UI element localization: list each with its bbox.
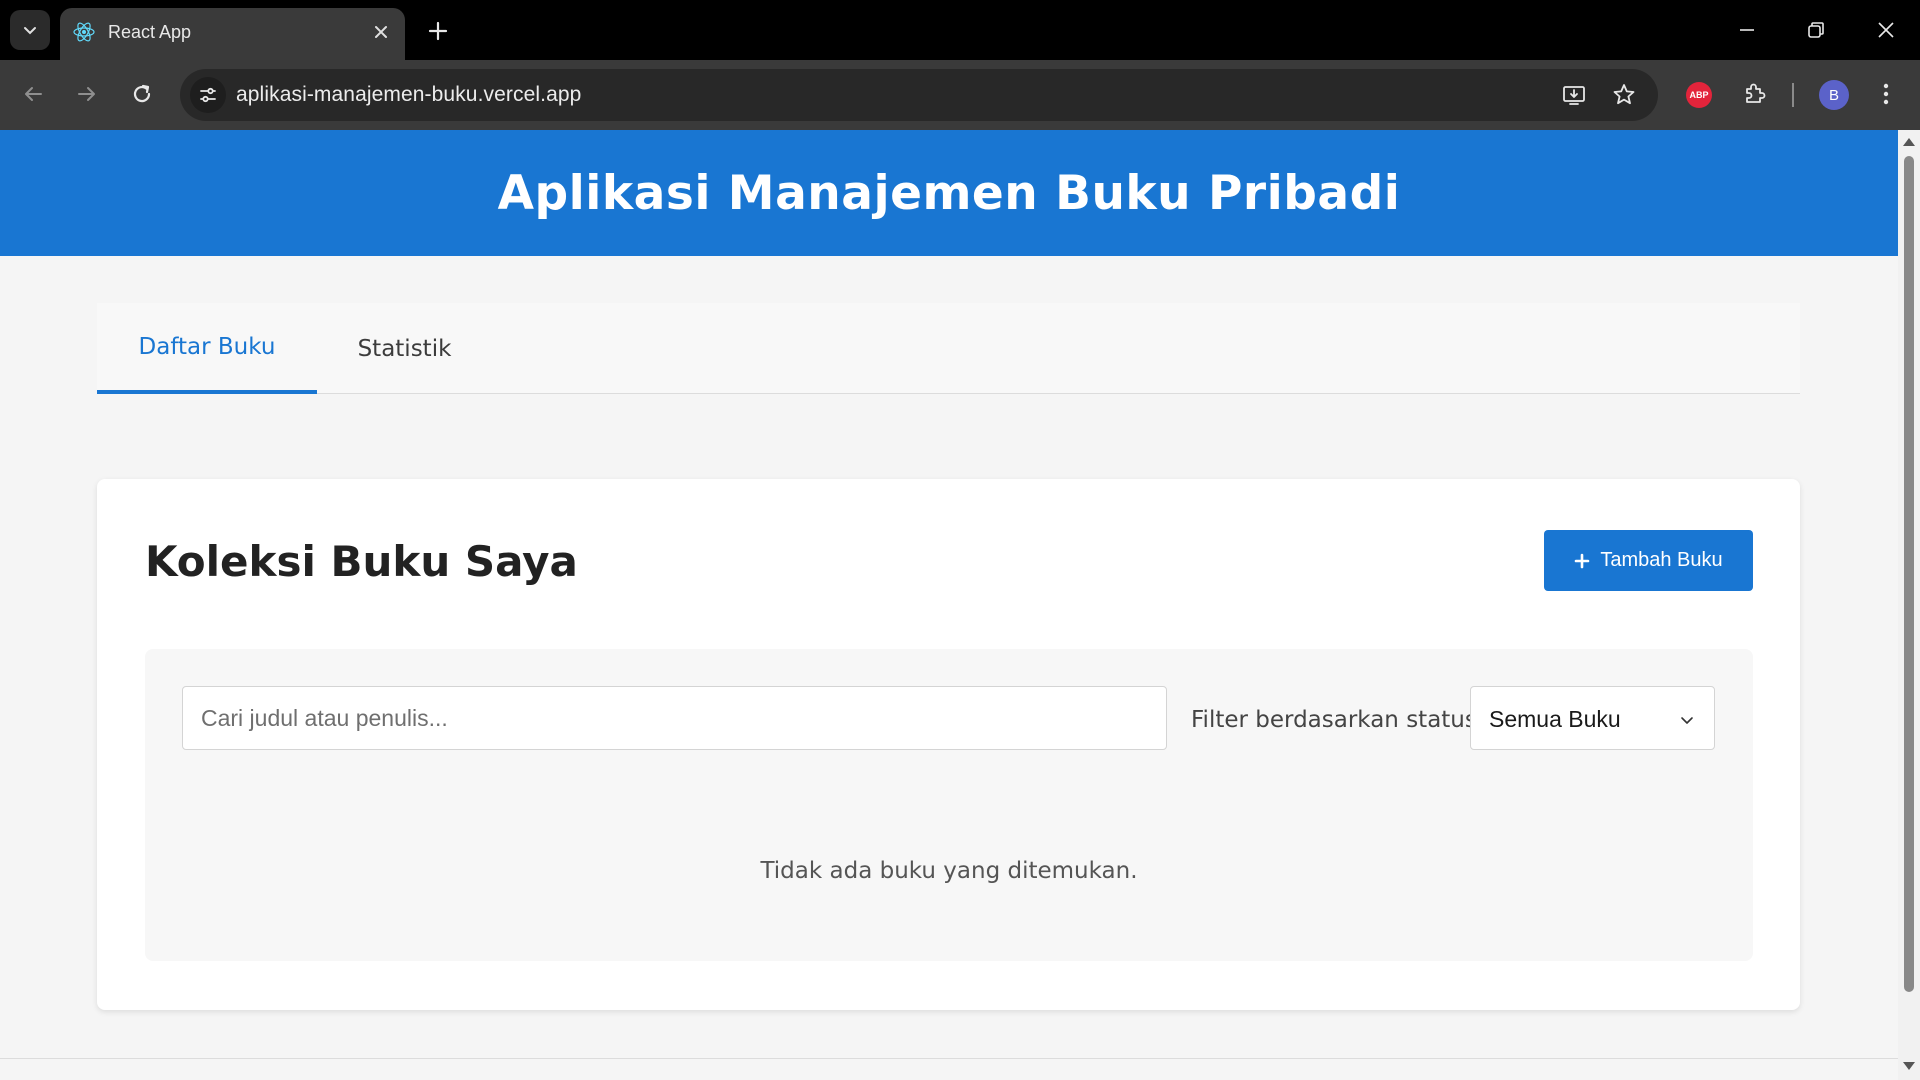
app-header: Aplikasi Manajemen Buku Pribadi [0, 130, 1898, 256]
reload-icon[interactable] [128, 80, 156, 108]
restore-window-icon[interactable] [1804, 18, 1828, 42]
tab-statistik[interactable]: Statistik [317, 303, 492, 394]
page-viewport: Aplikasi Manajemen Buku Pribadi Daftar B… [0, 130, 1920, 1080]
scroll-down-arrow-icon[interactable] [1903, 1062, 1915, 1070]
chevron-down-icon [1681, 717, 1693, 724]
install-app-icon[interactable] [1560, 81, 1588, 109]
browser-tab[interactable]: React App [60, 8, 405, 60]
adblock-label: ABP [1689, 90, 1709, 100]
more-menu-icon[interactable] [1872, 80, 1900, 108]
forward-arrow-icon[interactable] [73, 80, 101, 108]
back-arrow-icon[interactable] [19, 80, 47, 108]
close-icon [375, 26, 387, 38]
scrollbar-thumb[interactable] [1904, 156, 1914, 992]
page-scrollbar[interactable] [1898, 130, 1920, 1080]
tab-search-button[interactable] [10, 10, 50, 50]
url-text[interactable]: aplikasi-manajemen-buku.vercel.app [236, 83, 581, 107]
close-tab-button[interactable] [371, 22, 391, 42]
adblock-extension-icon[interactable]: ABP [1686, 82, 1712, 108]
bookmark-star-icon[interactable] [1610, 81, 1638, 109]
address-bar[interactable]: aplikasi-manajemen-buku.vercel.app [180, 69, 1658, 121]
collection-title: Koleksi Buku Saya [145, 537, 578, 586]
profile-avatar[interactable]: B [1819, 80, 1849, 110]
collection-card: Koleksi Buku Saya Tambah Buku Filter ber… [97, 479, 1800, 1010]
tune-icon [200, 87, 216, 103]
profile-initial: B [1828, 86, 1839, 104]
browser-toolbar: aplikasi-manajemen-buku.vercel.app ABP B [0, 60, 1920, 130]
empty-state-message: Tidak ada buku yang ditemukan. [760, 858, 1138, 884]
plus-icon [1575, 553, 1590, 568]
close-window-icon[interactable] [1874, 18, 1898, 42]
browser-tab-bar: React App [0, 0, 1920, 60]
new-tab-plus-icon[interactable] [425, 18, 451, 44]
footer-divider [0, 1058, 1898, 1059]
site-info-button[interactable] [190, 77, 226, 113]
main-tabs: Daftar Buku Statistik [97, 303, 1800, 394]
status-filter-value: Semua Buku [1489, 706, 1621, 732]
empty-state: Tidak ada buku yang ditemukan. [145, 781, 1753, 961]
tab-daftar-buku[interactable]: Daftar Buku [97, 303, 317, 394]
filter-status-label: Filter berdasarkan status: [1191, 707, 1485, 733]
chevron-down-icon [24, 27, 36, 35]
extensions-puzzle-icon[interactable] [1741, 80, 1769, 108]
search-input[interactable] [182, 686, 1167, 750]
add-book-button[interactable]: Tambah Buku [1544, 530, 1753, 591]
scroll-up-arrow-icon[interactable] [1903, 138, 1915, 146]
browser-tab-title: React App [108, 22, 192, 42]
react-logo-icon [73, 22, 95, 42]
add-book-label: Tambah Buku [1600, 549, 1723, 571]
toolbar-separator [1792, 83, 1794, 107]
filter-panel: Filter berdasarkan status: Semua Buku [145, 649, 1753, 793]
status-filter-select[interactable]: Semua Buku [1470, 686, 1715, 750]
minimize-window-icon[interactable] [1735, 18, 1759, 42]
app-title: Aplikasi Manajemen Buku Pribadi [497, 165, 1401, 221]
